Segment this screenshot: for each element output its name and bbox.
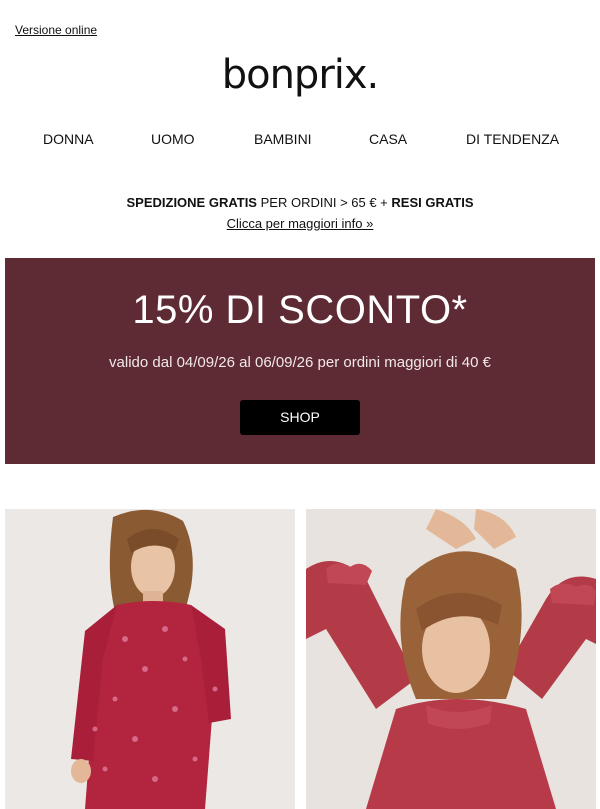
more-info-link[interactable]: Clicca per maggiori info »	[227, 216, 374, 231]
nav-item-bambini[interactable]: BAMBINI	[254, 131, 312, 147]
free-returns-label: RESI GRATIS	[391, 195, 474, 210]
shipping-threshold: PER ORDINI > 65 € +	[260, 195, 388, 210]
bonprix-logo[interactable]: bonprix.	[0, 52, 600, 98]
nav-item-donna[interactable]: DONNA	[43, 131, 94, 147]
discount-banner: 15% DI SCONTO* valido dal 04/09/26 al 06…	[5, 258, 595, 464]
shipping-promo: SPEDIZIONE GRATIS PER ORDINI > 65 € + RE…	[0, 195, 600, 210]
discount-validity: valido dal 04/09/26 al 06/09/26 per ordi…	[109, 354, 491, 371]
photo-woman-red-blouse[interactable]	[306, 509, 596, 809]
main-nav: DONNA UOMO BAMBINI CASA DI TENDENZA	[0, 131, 600, 151]
free-shipping-label: SPEDIZIONE GRATIS	[126, 195, 257, 210]
shipping-info-row: Clicca per maggiori info »	[0, 216, 600, 231]
nav-item-casa[interactable]: CASA	[369, 131, 407, 147]
shop-button[interactable]: SHOP	[240, 400, 360, 435]
photo-woman-floral-dress[interactable]	[5, 509, 295, 809]
nav-item-uomo[interactable]: UOMO	[151, 131, 195, 147]
discount-headline: 15% DI SCONTO*	[132, 288, 468, 332]
online-version-link[interactable]: Versione online	[15, 23, 97, 37]
nav-item-di-tendenza[interactable]: DI TENDENZA	[466, 131, 559, 147]
